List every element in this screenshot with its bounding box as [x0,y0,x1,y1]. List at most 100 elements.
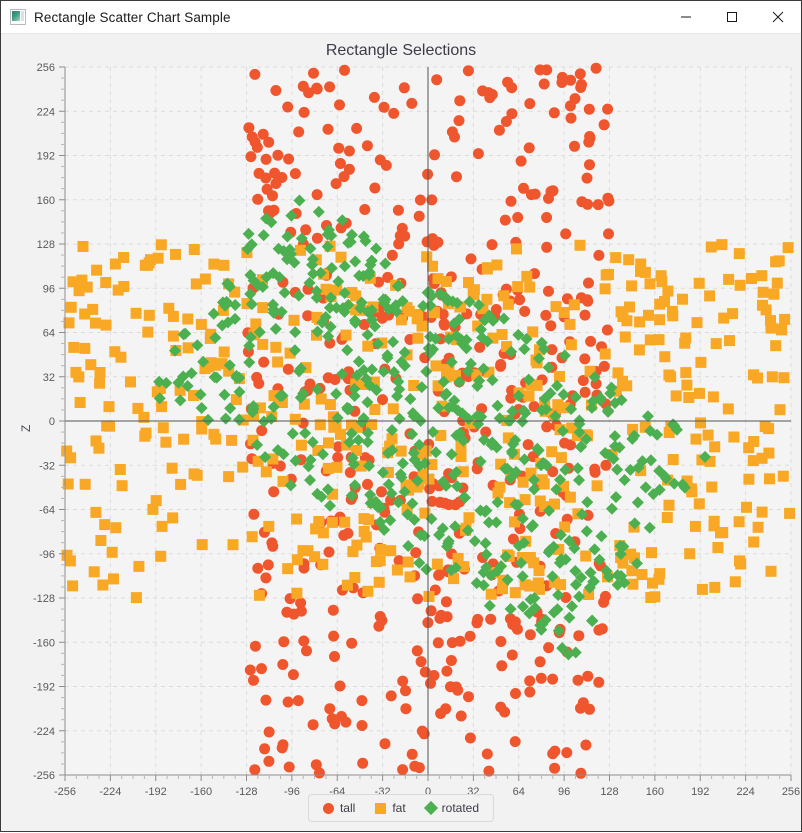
data-point-tall [583,103,595,115]
data-point-tall [406,97,418,109]
minimize-icon[interactable] [663,2,709,33]
legend-item-fat[interactable]: fat [375,801,406,815]
data-point-tall [603,228,614,240]
data-point-tall [311,232,323,244]
data-point-fat [771,277,783,289]
data-point-tall [343,145,355,157]
data-point-tall [244,664,256,676]
data-point-fat [246,531,258,543]
data-point-tall [505,195,517,207]
data-point-fat [681,379,693,391]
data-point-fat [644,278,656,290]
data-point-tall [425,605,437,617]
data-point-fat [95,535,107,546]
data-point-tall [540,309,552,321]
data-point-fat [362,585,374,597]
maximize-icon[interactable] [709,2,755,33]
data-point-fat [491,259,503,271]
data-point-tall [369,182,381,194]
data-point-tall [410,547,422,559]
data-point-tall [572,674,584,686]
data-point-fat [555,579,567,591]
data-point-tall [600,459,612,471]
data-point-tall [256,425,268,437]
data-point-fat [734,279,746,291]
data-point-tall [500,116,512,127]
data-point-tall [449,131,460,143]
data-point-tall [268,486,280,498]
data-point-fat [554,371,565,382]
data-point-tall [270,85,282,96]
legend-item-tall[interactable]: tall [322,801,355,815]
data-point-fat [291,513,303,525]
data-point-fat [94,377,106,389]
data-point-tall [392,204,404,216]
data-point-fat [404,571,416,583]
legend-item-rotated[interactable]: rotated [423,800,479,816]
data-point-tall [308,67,319,79]
data-point-tall [556,71,568,83]
data-point-tall [495,636,507,647]
data-point-tall [541,64,553,76]
data-point-fat [705,241,717,253]
data-point-fat [257,338,269,350]
data-point-fat [313,516,325,527]
data-point-fat [654,568,666,580]
data-point-fat [524,580,536,592]
data-point-fat [65,301,77,313]
data-point-tall [451,171,462,183]
data-point-fat [167,310,179,322]
data-point-tall [598,119,610,131]
data-point-tall [569,140,580,152]
data-point-fat [647,577,658,589]
data-point-tall [549,762,561,774]
data-point-fat [546,446,558,458]
data-point-tall [462,65,474,77]
scatter-plot[interactable]: -256 -224 -192 -160 -128 -96 -64 -32 0 32 64 96 128 1… [1,34,801,833]
data-point-fat [79,342,91,354]
app-window: Rectangle Scatter Chart Sample Rectangle… [0,0,802,832]
data-point-tall [334,680,346,692]
data-point-fat [91,264,103,276]
data-point-fat [531,379,543,391]
data-point-tall [377,394,388,406]
data-point-fat [690,433,702,445]
data-point-fat [218,346,230,358]
data-point-fat [253,589,265,601]
data-point-fat [684,548,696,560]
data-point-tall [575,767,587,779]
data-point-fat [718,312,730,324]
data-point-tall [441,611,453,623]
data-point-fat [61,549,73,561]
data-point-tall [310,759,322,771]
data-point-tall [454,95,466,107]
data-point-tall [415,656,427,668]
data-point-tall [464,732,476,744]
data-point-fat [765,565,777,577]
data-point-fat [511,243,522,255]
x-axis-tick-label: -192 [145,786,167,798]
close-icon[interactable] [755,2,801,33]
data-point-fat [412,309,424,320]
data-point-fat [133,560,145,572]
data-point-tall [311,82,323,94]
data-point-fat [695,356,707,368]
data-point-tall [581,294,593,306]
data-point-fat [580,550,592,562]
data-point-fat [626,280,638,292]
data-point-tall [465,253,477,265]
data-point-fat [167,330,179,342]
data-point-tall [502,76,514,88]
data-point-tall [334,158,346,169]
data-point-fat [639,266,651,278]
data-point-tall [287,669,299,681]
y-axis-tick-label: 0 [49,416,55,428]
data-point-fat [512,281,524,293]
data-point-fat [696,583,708,595]
data-point-tall [385,690,397,702]
data-point-fat [481,263,493,275]
data-point-tall [592,199,604,211]
data-point-fat [627,578,639,590]
data-point-fat [689,520,701,532]
data-point-tall [585,335,597,347]
